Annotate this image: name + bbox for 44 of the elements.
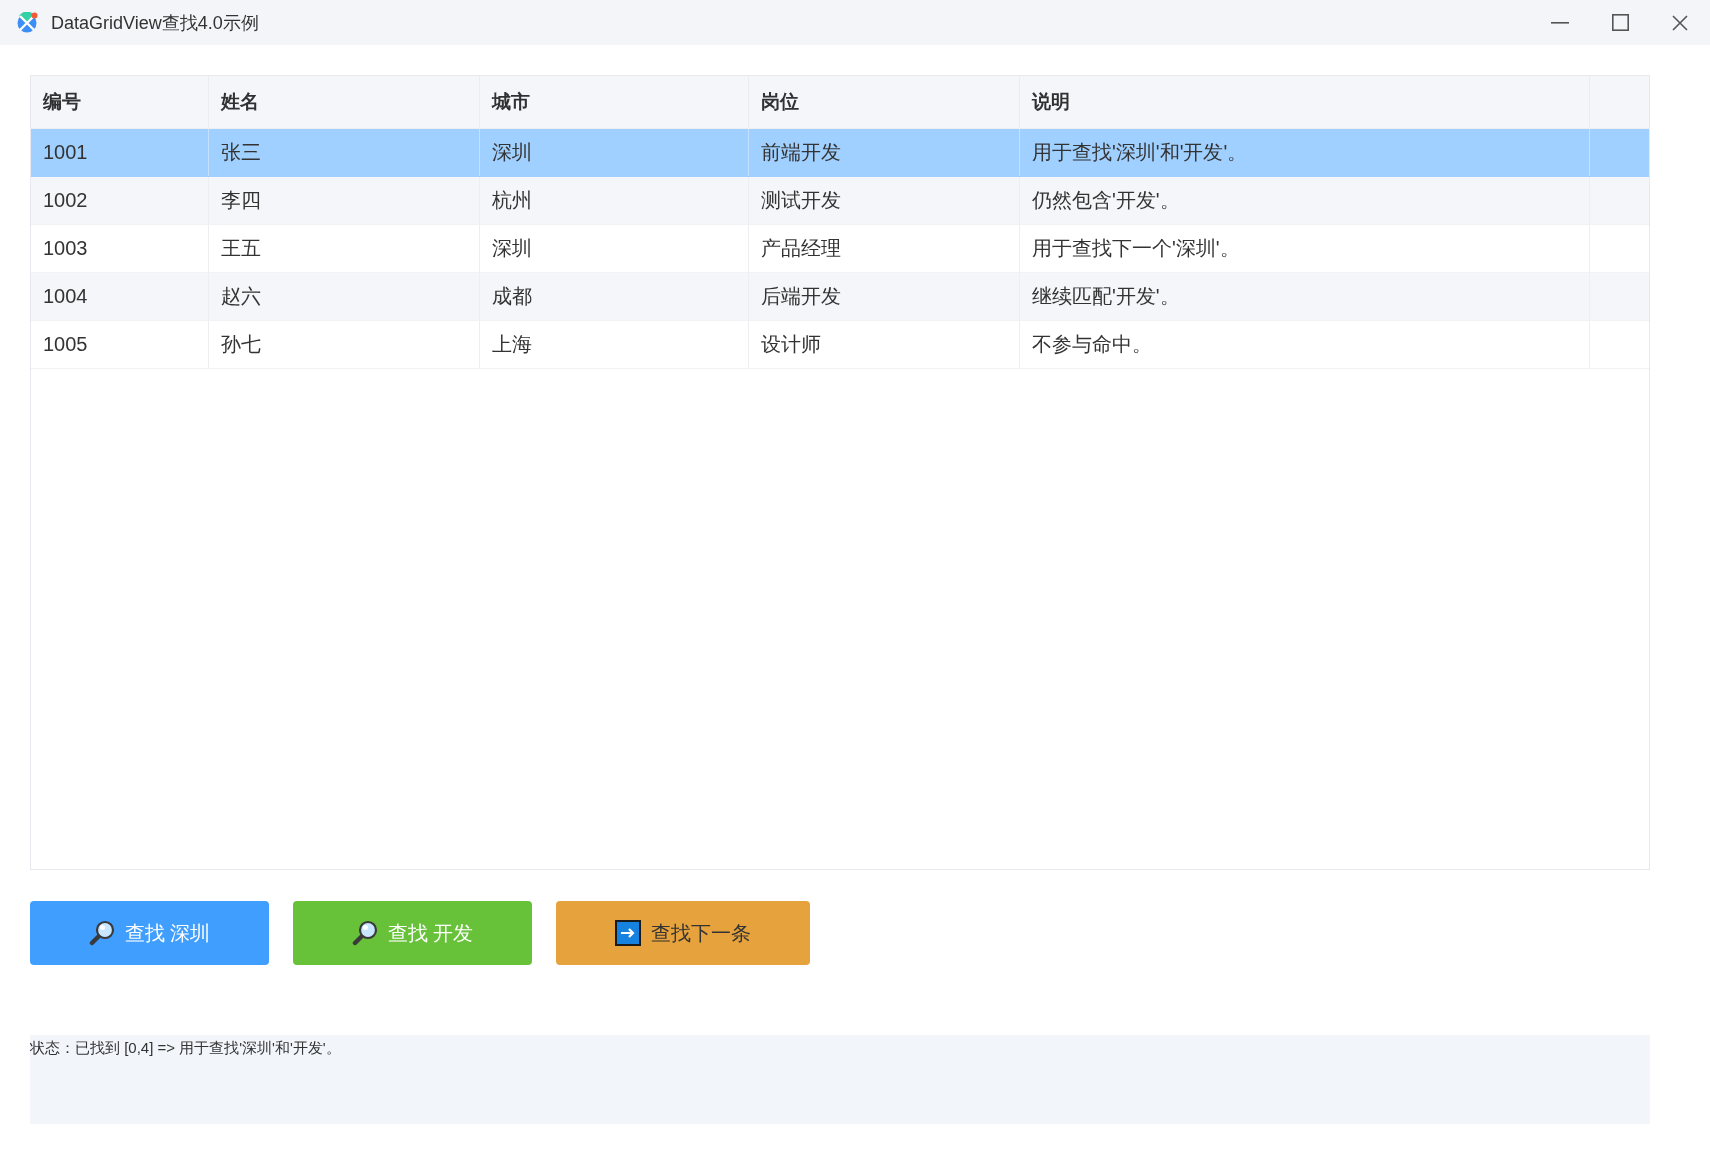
column-header[interactable]: 说明 <box>1020 76 1590 128</box>
table-cell: 深圳 <box>480 129 749 176</box>
table-cell: 产品经理 <box>749 225 1020 272</box>
table-cell: 1002 <box>31 177 209 224</box>
table-cell: 继续匹配'开发'。 <box>1020 273 1590 320</box>
app-logo-icon <box>17 12 38 33</box>
table-cell: 测试开发 <box>749 177 1020 224</box>
find-next-button[interactable]: 查找下一条 <box>556 901 810 965</box>
table-cell: 王五 <box>209 225 480 272</box>
table-cell: 孙七 <box>209 321 480 368</box>
table-cell: 杭州 <box>480 177 749 224</box>
window-title: DataGridView查找4.0示例 <box>51 11 260 35</box>
table-cell: 上海 <box>480 321 749 368</box>
table-row[interactable]: 1003 王五 深圳 产品经理 用于查找下一个'深圳'。 <box>31 225 1649 273</box>
column-header[interactable]: 岗位 <box>749 76 1020 128</box>
table-cell: 用于查找下一个'深圳'。 <box>1020 225 1590 272</box>
maximize-icon <box>1611 14 1629 31</box>
table-cell: 仍然包含'开发'。 <box>1020 177 1590 224</box>
table-cell: 成都 <box>480 273 749 320</box>
column-header[interactable]: 城市 <box>480 76 749 128</box>
table-row[interactable]: 1002 李四 杭州 测试开发 仍然包含'开发'。 <box>31 177 1649 225</box>
search-icon <box>88 920 115 946</box>
table-cell: 深圳 <box>480 225 749 272</box>
table-cell: 设计师 <box>749 321 1020 368</box>
search-icon <box>351 920 378 946</box>
table-cell: 1003 <box>31 225 209 272</box>
table-cell: 赵六 <box>209 273 480 320</box>
table-cell: 不参与命中。 <box>1020 321 1590 368</box>
close-icon <box>1672 14 1688 31</box>
table-cell: 1005 <box>31 321 209 368</box>
table-cell: 1001 <box>31 129 209 176</box>
status-text: 状态：已找到 [0,4] => 用于查找'深圳'和'开发'。 <box>30 1039 341 1056</box>
table-cell: 前端开发 <box>749 129 1020 176</box>
table-cell: 1004 <box>31 273 209 320</box>
table-cell: 张三 <box>209 129 480 176</box>
table-cell: 用于查找'深圳'和'开发'。 <box>1020 129 1590 176</box>
table-row[interactable]: 1004 赵六 成都 后端开发 继续匹配'开发'。 <box>31 273 1649 321</box>
column-header[interactable]: 编号 <box>31 76 209 128</box>
table-row[interactable]: 1005 孙七 上海 设计师 不参与命中。 <box>31 321 1649 369</box>
minimize-icon <box>1551 21 1569 24</box>
table-cell: 李四 <box>209 177 480 224</box>
table-row[interactable]: 1001 张三 深圳 前端开发 用于查找'深圳'和'开发'。 <box>31 129 1649 177</box>
table-cell: 后端开发 <box>749 273 1020 320</box>
column-header[interactable]: 姓名 <box>209 76 480 128</box>
